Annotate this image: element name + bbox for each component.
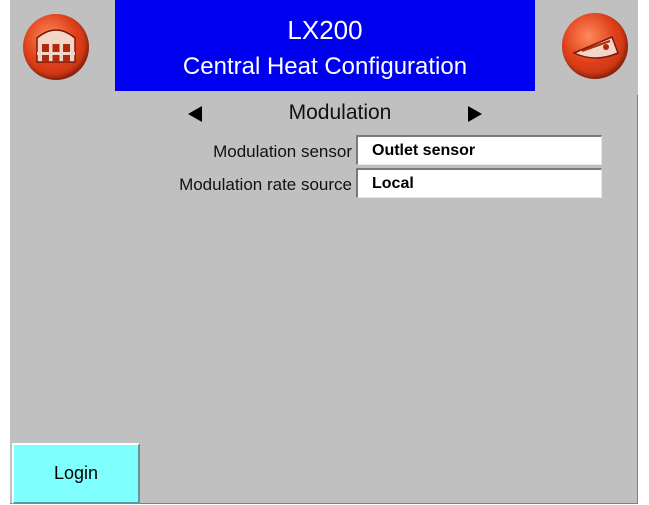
header: LX200 Central Heat Configuration (10, 0, 638, 95)
triangle-right-icon[interactable] (465, 104, 485, 124)
title-box: LX200 Central Heat Configuration (115, 0, 535, 91)
modulation-sensor-field[interactable]: Outlet sensor (356, 135, 602, 165)
app-title: LX200 (287, 15, 363, 45)
modulation-sensor-label: Modulation sensor (213, 142, 352, 161)
section-title: Modulation (288, 101, 392, 124)
page-title: Central Heat Configuration (182, 53, 468, 80)
section-nav: Modulation (10, 100, 638, 128)
building-icon (36, 29, 76, 63)
login-button[interactable]: Login (12, 443, 140, 504)
screen: LX200 Central Heat Configuration Modulat… (10, 0, 638, 504)
exit-icon (572, 36, 619, 59)
modulation-rate-source-field[interactable]: Local (356, 168, 602, 198)
modulation-rate-source-label: Modulation rate source (179, 175, 352, 194)
exit-button[interactable] (562, 13, 628, 79)
triangle-left-icon[interactable] (185, 104, 205, 124)
home-button[interactable] (23, 14, 89, 80)
